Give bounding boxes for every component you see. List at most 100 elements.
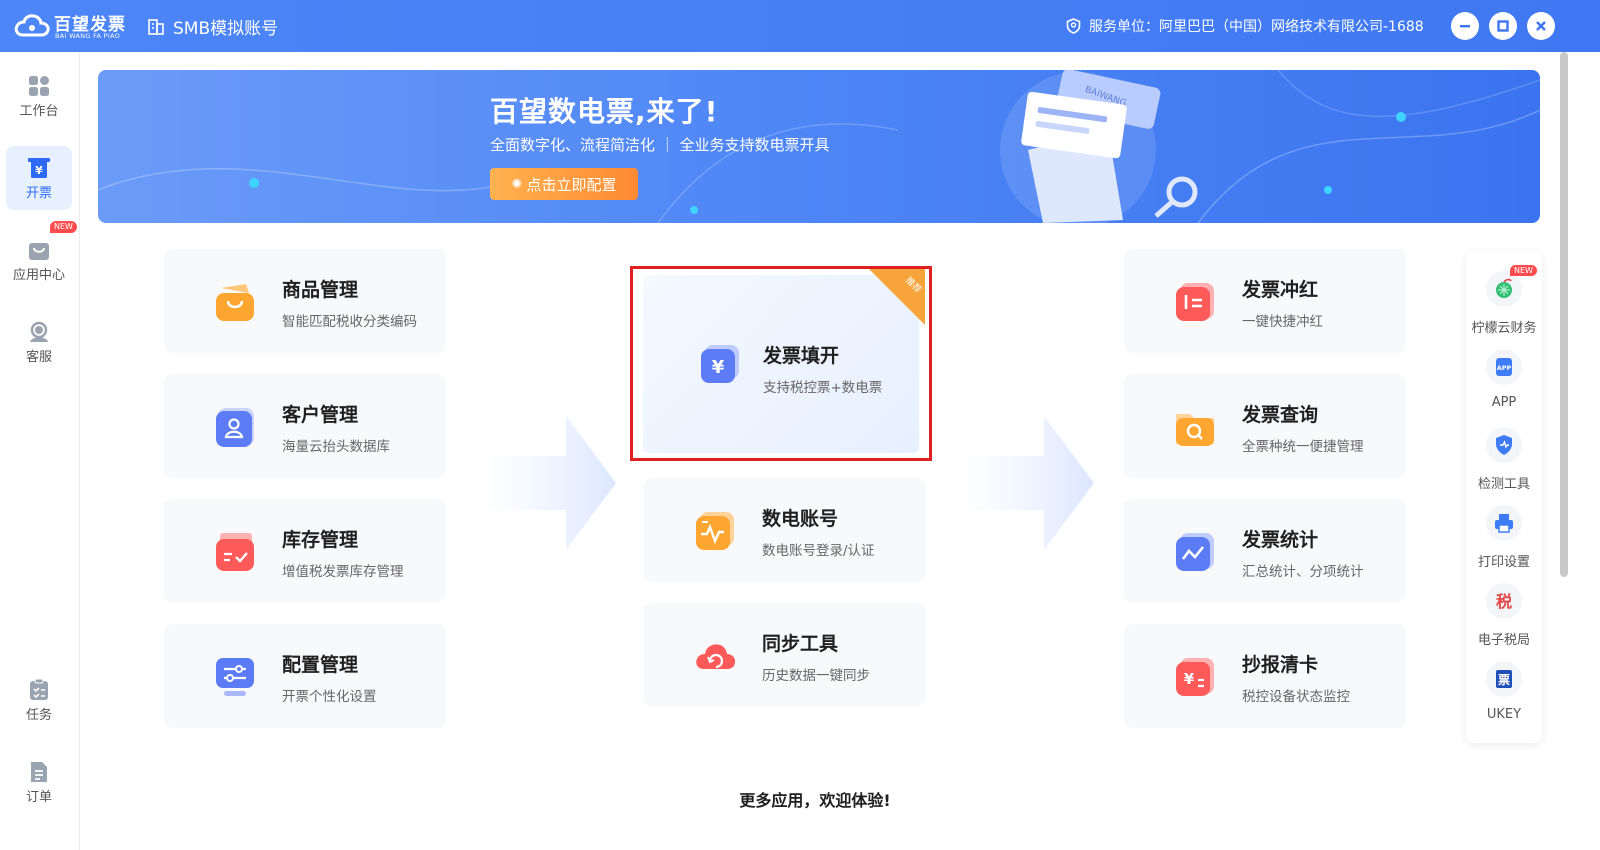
card-desc: 税控设备状态监控 [1242, 689, 1350, 705]
svg-text:¥: ¥ [35, 164, 43, 177]
rightbar-item-e-tax-bureau[interactable]: 税 电子税局 [1466, 563, 1542, 648]
customer-icon [216, 408, 254, 447]
rightbar-item-detection-tool[interactable]: 检测工具 [1466, 407, 1542, 492]
nav-item-invoice[interactable]: ¥ 开票 [6, 146, 72, 210]
card-invoice-fill[interactable]: ¥ 发票填开 支持税控票+数电票 推荐 [630, 266, 932, 461]
minimize-icon [1460, 25, 1470, 28]
title-bar: 百望发票 BAI WANG FA PIAO SMB模拟账号 服务单位：阿里巴巴（… [0, 0, 1600, 52]
card-title: 发票填开 [763, 345, 840, 367]
printer-icon [1486, 505, 1522, 541]
card-desc: 开票个性化设置 [282, 689, 377, 705]
stats-icon [1176, 533, 1214, 571]
configure-now-label: 点击立即配置 [526, 175, 617, 194]
maximize-button[interactable] [1489, 12, 1517, 40]
recommend-ribbon: 推荐 [869, 269, 925, 325]
tax-icon-text: 税 [1496, 592, 1512, 611]
nav-item-customer-service[interactable]: 客服 [6, 310, 72, 374]
card-desc: 全票种统一便捷管理 [1242, 439, 1364, 455]
cloud-sync-icon [696, 644, 736, 669]
card-config-management[interactable]: 配置管理 开票个性化设置 [164, 624, 446, 728]
service-unit-text: 服务单位：阿里巴巴（中国）网络技术有限公司-1688 [1089, 19, 1424, 35]
card-invoice-query[interactable]: 发票查询 全票种统一便捷管理 [1124, 374, 1406, 478]
card-invoice-red-flush[interactable]: 发票冲红 一键快捷冲红 [1124, 249, 1406, 353]
service-unit: 服务单位：阿里巴巴（中国）网络技术有限公司-1688 [1066, 16, 1424, 36]
clearcard-icon: ¥ [1176, 658, 1214, 696]
card-invoice-statistics[interactable]: 发票统计 汇总统计、分项统计 [1124, 499, 1406, 603]
card-title: 抄报清卡 [1242, 654, 1319, 676]
banner-subtitle: 全面数字化、流程简洁化 ｜ 全业务支持数电票开具 [490, 136, 830, 154]
card-title: 数电账号 [762, 508, 839, 530]
nav-label: 任务 [25, 708, 52, 723]
rightbar-item-lemon-finance[interactable]: NEW 柠檬云财务 [1466, 251, 1542, 336]
card-digital-account[interactable]: 数电账号 数电账号登录/认证 [644, 478, 926, 582]
card-desc: 增值税发票库存管理 [282, 564, 404, 580]
flow-arrow-icon [480, 416, 616, 550]
rightbar-item-print-settings[interactable]: 打印设置 [1466, 485, 1542, 570]
page-scrollbar[interactable] [1560, 52, 1568, 577]
building-icon [148, 19, 164, 35]
card-desc: 数电账号登录/认证 [762, 543, 875, 559]
config-icon [216, 658, 254, 696]
new-badge: NEW [1510, 265, 1537, 276]
nav-item-orders[interactable]: 订单 [6, 750, 72, 814]
shield-check-icon [1486, 427, 1522, 463]
configure-now-button[interactable]: ✺ 点击立即配置 [490, 168, 638, 200]
card-desc: 历史数据一键同步 [762, 668, 870, 684]
tax-icon: 税 [1486, 583, 1522, 619]
card-title: 配置管理 [282, 654, 359, 676]
rightbar-item-ukey[interactable]: 票 UKEY [1466, 641, 1542, 722]
card-desc: 支持税控票+数电票 [763, 380, 883, 396]
ukey-icon: 票 [1486, 661, 1522, 697]
invoice-icon: ¥ [28, 158, 50, 178]
card-customer-management[interactable]: 客户管理 海量云抬头数据库 [164, 374, 446, 478]
card-sync-tool[interactable]: 同步工具 历史数据一键同步 [644, 603, 926, 707]
card-title: 商品管理 [282, 279, 359, 301]
card-title: 发票冲红 [1242, 279, 1319, 301]
close-icon [1536, 21, 1546, 31]
card-inventory-management[interactable]: 库存管理 增值税发票库存管理 [164, 499, 446, 603]
promo-banner[interactable]: 百望数电票,来了! 全面数字化、流程简洁化 ｜ 全业务支持数电票开具 ✺ 点击立… [98, 70, 1540, 223]
nav-item-workbench[interactable]: 工作台 [6, 64, 72, 128]
card-product-management[interactable]: 商品管理 智能匹配税收分类编码 [164, 249, 446, 353]
nav-item-tasks[interactable]: 任务 [6, 668, 72, 732]
card-desc: 汇总统计、分项统计 [1242, 564, 1364, 580]
nav-label: 开票 [25, 186, 52, 201]
rightbar-item-app[interactable]: APP APP [1466, 329, 1542, 410]
banner-title: 百望数电票,来了! [490, 95, 719, 128]
new-badge: NEW [50, 221, 77, 233]
account-switcher[interactable]: SMB模拟账号 [148, 14, 278, 39]
card-title: 发票查询 [1242, 404, 1319, 426]
card-title: 发票统计 [1242, 529, 1319, 551]
rightbar-label: UKEY [1486, 707, 1522, 722]
close-button[interactable] [1527, 12, 1555, 40]
pulse-icon [696, 512, 734, 550]
nav-label: 订单 [25, 790, 52, 805]
nav-label: 工作台 [19, 104, 59, 119]
product-icon [216, 284, 254, 321]
shield-icon [1066, 18, 1081, 34]
nav-label: 客服 [25, 350, 52, 365]
svg-text:¥: ¥ [1184, 670, 1195, 688]
invoice-printer-illustration: BAIWANG [1000, 70, 1198, 223]
app-icon-text: APP [1497, 364, 1512, 372]
card-report-clear-card[interactable]: ¥ 抄报清卡 税控设备状态监控 [1124, 624, 1406, 728]
app-logo: 百望发票 BAI WANG FA PIAO [14, 9, 126, 43]
redflush-icon [1176, 283, 1214, 321]
card-title: 客户管理 [282, 404, 359, 426]
card-desc: 智能匹配税收分类编码 [282, 314, 417, 330]
card-desc: 一键快捷冲红 [1242, 314, 1323, 330]
logo-subtitle: BAI WANG FA PIAO [55, 32, 121, 40]
bag-icon [29, 243, 49, 260]
nav-item-app-center[interactable]: NEW 应用中心 [6, 221, 77, 292]
right-tool-bar: NEW 柠檬云财务 APP APP 检测工具 打印设置 税 电子税局 票 UKE… [1466, 251, 1542, 743]
app-icon: APP [1486, 349, 1522, 385]
flow-arrow-icon [958, 416, 1094, 550]
minimize-button[interactable] [1451, 12, 1479, 40]
headset-icon [30, 321, 48, 342]
card-desc: 海量云抬头数据库 [282, 439, 390, 455]
cloud-logo-icon [14, 14, 50, 37]
click-spark-icon: ✺ [511, 176, 523, 192]
feature-card-body: ¥ 发票填开 支持税控票+数电票 推荐 [643, 269, 925, 453]
task-icon [30, 678, 48, 700]
maximize-icon [1497, 20, 1509, 32]
